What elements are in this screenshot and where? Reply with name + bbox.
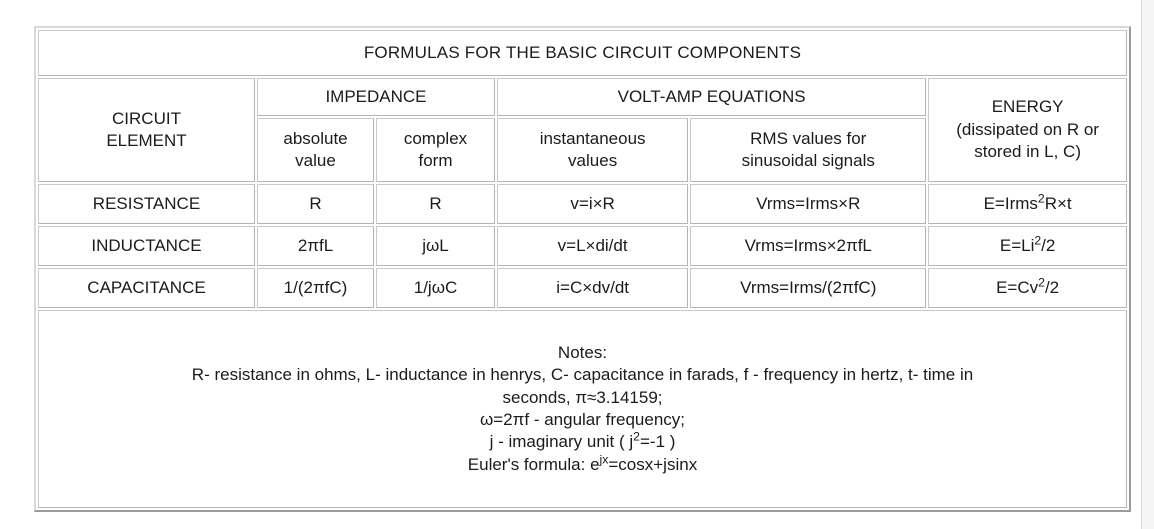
cell-complex-form: jωL xyxy=(376,226,495,266)
notes-definitions-line-2: seconds, π≈3.14159; xyxy=(502,387,663,407)
notes-imaginary-unit: j - imaginary unit ( j2=-1 ) xyxy=(43,431,1122,453)
page-gutter xyxy=(1141,0,1154,529)
energy-superscript: 2 xyxy=(1037,191,1045,206)
cell-energy: E=Cv2/2 xyxy=(928,268,1127,308)
header-impedance: IMPEDANCE xyxy=(256,78,495,116)
energy-base-1: E=Irms xyxy=(983,193,1038,213)
header-instantaneous-line1: instantaneous xyxy=(539,128,646,148)
table-header-row-group: CIRCUIT ELEMENT IMPEDANCE VOLT-AMP EQUAT… xyxy=(38,78,1127,182)
formula-table-container: FORMULAS FOR THE BASIC CIRCUIT COMPONENT… xyxy=(34,26,1131,512)
table-row: INDUCTANCE 2πfL jωL v=L×di/dt Vrms=Irms×… xyxy=(38,226,1127,266)
header-energy-note-line2: stored in L, C) xyxy=(974,142,1081,162)
notes-angular-frequency: ω=2πf - angular frequency; xyxy=(479,410,686,429)
header-rms-values: RMS values for sinusoidal signals xyxy=(690,118,927,182)
cell-instantaneous: i=C×dv/dt xyxy=(496,268,689,308)
cell-absolute-value: 2πfL xyxy=(256,226,375,266)
energy-base-1: E=Li xyxy=(999,235,1035,255)
energy-base-2: /2 xyxy=(1041,235,1056,255)
notes-imaginary-superscript: 2 xyxy=(633,429,640,444)
energy-superscript: 2 xyxy=(1038,275,1045,290)
header-instantaneous-line2: values xyxy=(568,151,618,170)
cell-instantaneous: v=L×di/dt xyxy=(496,226,689,266)
cell-absolute-value: R xyxy=(256,184,375,224)
header-energy-label: ENERGY xyxy=(991,97,1064,117)
energy-base-2: /2 xyxy=(1044,277,1060,297)
energy-base-2: R×t xyxy=(1044,193,1072,213)
notes-euler-prefix: Euler's formula: e xyxy=(467,454,600,474)
cell-complex-form: R xyxy=(376,184,495,224)
header-instantaneous-values: instantaneous values xyxy=(496,118,689,182)
header-complex-form: complex form xyxy=(376,118,495,182)
header-circuit-element-line1: CIRCUIT xyxy=(112,108,181,128)
notes-definitions-line-1: R- resistance in ohms, L- inductance in … xyxy=(191,365,974,385)
notes-cell: Notes: R- resistance in ohms, L- inducta… xyxy=(38,310,1127,508)
notes-imaginary-prefix: j - imaginary unit ( j xyxy=(489,432,634,452)
cell-energy: E=Li2/2 xyxy=(928,226,1127,266)
cell-rms: Vrms=Irms/(2πfC) xyxy=(690,268,927,308)
header-energy-note-line1: (dissipated on R or xyxy=(956,119,1099,139)
notes-imaginary-suffix: =-1 ) xyxy=(639,432,676,452)
cell-complex-form: 1/jωC xyxy=(376,268,495,308)
notes-euler-formula: Euler's formula: ejx=cosx+jsinx xyxy=(43,453,1122,476)
header-energy: ENERGY (dissipated on R or stored in L, … xyxy=(928,78,1127,182)
notes-euler-suffix: =cosx+jsinx xyxy=(608,454,698,474)
cell-rms: Vrms=Irms×2πfL xyxy=(690,226,927,266)
cell-energy: E=Irms2R×t xyxy=(928,184,1127,224)
energy-base-1: E=Cv xyxy=(996,277,1039,297)
header-absolute-value: absolute value xyxy=(256,118,375,182)
header-circuit-element-line2: ELEMENT xyxy=(106,131,187,150)
header-rms-line1: RMS values for xyxy=(750,128,867,148)
cell-absolute-value: 1/(2πfC) xyxy=(256,268,375,308)
header-absolute-value-line1: absolute xyxy=(283,128,348,148)
cell-instantaneous: v=i×R xyxy=(496,184,689,224)
header-complex-form-line2: form xyxy=(418,151,453,170)
table-title-row: FORMULAS FOR THE BASIC CIRCUIT COMPONENT… xyxy=(38,30,1127,76)
header-complex-form-line1: complex xyxy=(403,128,468,148)
header-circuit-element: CIRCUIT ELEMENT xyxy=(38,78,255,182)
cell-rms: Vrms=Irms×R xyxy=(690,184,927,224)
table-row: CAPACITANCE 1/(2πfC) 1/jωC i=C×dv/dt Vrm… xyxy=(38,268,1127,308)
header-rms-line2: sinusoidal signals xyxy=(741,151,875,170)
formula-table: FORMULAS FOR THE BASIC CIRCUIT COMPONENT… xyxy=(34,26,1131,512)
header-absolute-value-line2: value xyxy=(295,151,336,170)
table-row: RESISTANCE R R v=i×R Vrms=Irms×R E=Irms2… xyxy=(38,184,1127,224)
notes-heading: Notes: xyxy=(557,342,608,362)
table-title: FORMULAS FOR THE BASIC CIRCUIT COMPONENT… xyxy=(38,30,1127,76)
cell-element: CAPACITANCE xyxy=(38,268,255,308)
cell-element: INDUCTANCE xyxy=(38,226,255,266)
header-volt-amp-equations: VOLT-AMP EQUATIONS xyxy=(496,78,927,116)
notes-row: Notes: R- resistance in ohms, L- inducta… xyxy=(38,310,1127,508)
cell-element: RESISTANCE xyxy=(38,184,255,224)
